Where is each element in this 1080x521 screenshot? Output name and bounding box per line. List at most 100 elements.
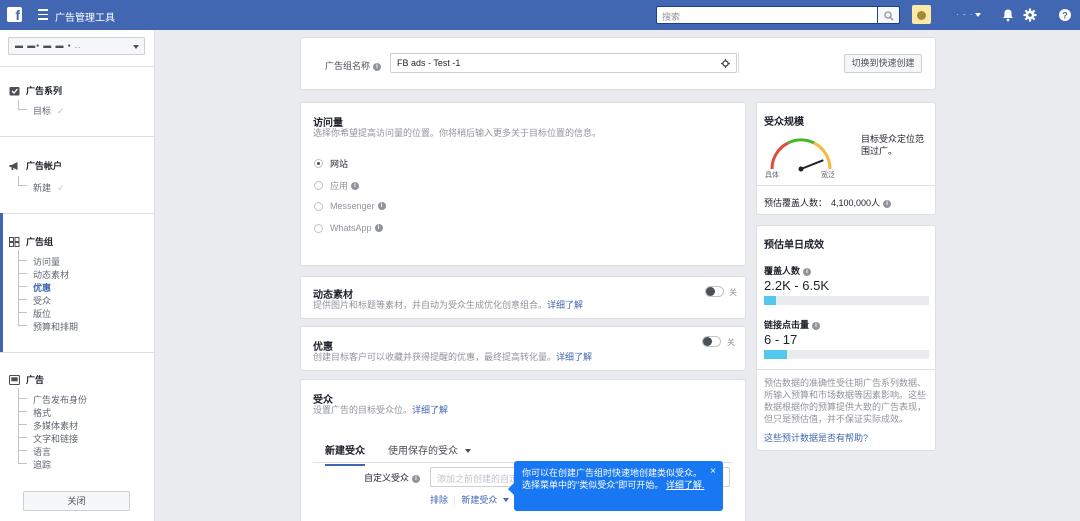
info-icon[interactable]: i bbox=[803, 268, 812, 276]
info-icon[interactable]: i bbox=[373, 63, 382, 71]
learn-more-link[interactable]: 详细了解. bbox=[666, 480, 705, 490]
sidebar-item-dynamic-creative[interactable]: 动态素材 bbox=[33, 268, 69, 281]
gear-icon[interactable] bbox=[1023, 8, 1037, 22]
learn-more-link[interactable]: 详细了解 bbox=[547, 300, 583, 310]
quick-create-button[interactable]: 切换到快速创建 bbox=[844, 54, 922, 73]
gauge-label-specific: 具体 bbox=[765, 172, 779, 179]
divider bbox=[0, 213, 155, 214]
facebook-logo-icon[interactable]: f bbox=[7, 7, 22, 22]
radio-button[interactable] bbox=[314, 223, 323, 233]
sidebar-item-language[interactable]: 语言 bbox=[33, 445, 51, 458]
gear-icon[interactable] bbox=[721, 59, 730, 68]
sidebar-item-tracking[interactable]: 追踪 bbox=[33, 458, 51, 471]
link-clicks-bar bbox=[764, 350, 929, 359]
info-icon[interactable]: i bbox=[374, 224, 383, 232]
search-button[interactable] bbox=[878, 6, 900, 24]
menu-icon[interactable] bbox=[38, 9, 48, 21]
account-name[interactable]: · - · bbox=[956, 10, 973, 19]
chevron-down-icon bbox=[133, 45, 139, 49]
adset-name-label: 广告组名称 i bbox=[325, 59, 382, 72]
sidebar-item-placements[interactable]: 版位 bbox=[33, 307, 51, 320]
tree-line bbox=[18, 286, 27, 287]
new-audience-dropdown[interactable]: 新建受众 bbox=[461, 495, 497, 505]
sidebar-item-text-links[interactable]: 文字和链接 bbox=[33, 432, 78, 445]
link-clicks-label: 链接点击量 i bbox=[764, 318, 821, 331]
traffic-option-whatsapp[interactable]: WhatsApp i bbox=[314, 223, 383, 233]
tree-line bbox=[18, 325, 27, 326]
sidebar-section-ad-account[interactable]: 广告帐户 bbox=[9, 159, 62, 172]
divider: | bbox=[453, 495, 456, 505]
sidebar-section-campaign[interactable]: 广告系列 bbox=[9, 84, 62, 97]
dynamic-creative-description: 提供图片和标题等素材，并自动为受众生成优化创意组合。详细了解 bbox=[313, 300, 584, 310]
traffic-card: 访问量 选择你希望提高访问量的位置。你将稍后输入更多关于目标位置的信息。 网站 … bbox=[300, 102, 746, 266]
sidebar-item-new[interactable]: 新建 ✓ bbox=[33, 181, 65, 194]
sidebar-section-label: 广告 bbox=[26, 375, 45, 385]
sidebar-item-identity[interactable]: 广告发布身份 bbox=[33, 393, 87, 406]
tree-line bbox=[18, 388, 19, 463]
sidebar-section-ad[interactable]: 广告 bbox=[9, 373, 44, 386]
sidebar-item-audience[interactable]: 受众 bbox=[33, 294, 51, 307]
sidebar-item-format[interactable]: 格式 bbox=[33, 406, 51, 419]
close-icon[interactable]: × bbox=[710, 466, 716, 478]
info-icon[interactable]: i bbox=[883, 200, 892, 208]
daily-results-card: 预估单日成效 覆盖人数 i 2.2K - 6.5K 链接点击量 i 6 - 17 预… bbox=[756, 225, 936, 451]
radio-button[interactable] bbox=[314, 201, 323, 211]
dynamic-creative-toggle[interactable] bbox=[705, 286, 724, 297]
sidebar-item-media[interactable]: 多媒体素材 bbox=[33, 419, 78, 432]
daily-results-title: 预估单日成效 bbox=[764, 240, 824, 251]
tree-line bbox=[18, 424, 27, 425]
sidebar-item-budget-schedule[interactable]: 预算和排期 bbox=[33, 320, 78, 333]
exclude-link[interactable]: 排除 bbox=[430, 495, 448, 505]
potential-reach: 预估覆盖人数： 4,100,000人 i bbox=[764, 196, 892, 209]
tree-line bbox=[18, 250, 19, 325]
learn-more-link[interactable]: 详细了解 bbox=[556, 352, 592, 362]
left-sidebar: ▬ ▬▪ ▬ ▬ ▪ .. 广告系列 目标 ✓ 广告帐户 新建 ✓ 广告组 访问量 … bbox=[0, 30, 155, 521]
chevron-down-icon[interactable] bbox=[975, 13, 981, 17]
account-selector[interactable]: ▬ ▬▪ ▬ ▬ ▪ .. bbox=[8, 37, 145, 55]
top-navigation-bar: f 广告管理工具 搜索 · - · ? bbox=[0, 0, 1080, 30]
sidebar-section-ad-set[interactable]: 广告组 bbox=[9, 235, 53, 248]
app-title[interactable]: 广告管理工具 bbox=[55, 9, 115, 24]
link-clicks-value: 6 - 17 bbox=[764, 332, 798, 347]
tab-saved-audience[interactable]: 使用保存的受众 bbox=[388, 442, 471, 457]
divider bbox=[0, 136, 155, 137]
adset-name-input[interactable]: FB ads - Test -1 bbox=[390, 53, 737, 73]
campaign-icon bbox=[9, 86, 20, 95]
gauge-pivot bbox=[798, 166, 804, 172]
bell-icon[interactable] bbox=[1001, 8, 1015, 22]
search-icon bbox=[884, 11, 894, 21]
traffic-option-app[interactable]: 应用 i bbox=[314, 179, 360, 192]
help-icon[interactable]: ? bbox=[1058, 8, 1072, 22]
divider bbox=[757, 369, 935, 370]
offer-toggle[interactable] bbox=[702, 336, 721, 347]
tree-line bbox=[18, 176, 19, 185]
info-icon[interactable]: i bbox=[812, 322, 821, 330]
info-icon[interactable]: i bbox=[377, 202, 386, 210]
info-icon[interactable]: i bbox=[412, 475, 421, 483]
close-button[interactable]: 关闭 bbox=[23, 491, 130, 511]
tree-line bbox=[18, 299, 27, 300]
feedback-link[interactable]: 这些预计数据是否有帮助? bbox=[764, 431, 868, 444]
account-selector-value: ▬ ▬▪ ▬ ▬ ▪ .. bbox=[15, 41, 82, 50]
search-input[interactable]: 搜索 bbox=[656, 6, 878, 24]
tree-line bbox=[18, 260, 27, 261]
custom-audience-label: 自定义受众 i bbox=[364, 471, 421, 484]
radio-button[interactable] bbox=[314, 159, 323, 168]
audience-size-note: 目标受众定位范围过广。 bbox=[861, 134, 925, 156]
radio-button[interactable] bbox=[314, 181, 323, 190]
sidebar-item-offer[interactable]: 优惠 bbox=[33, 281, 51, 294]
traffic-option-website[interactable]: 网站 bbox=[314, 157, 348, 170]
avatar[interactable] bbox=[912, 5, 931, 24]
tree-line bbox=[18, 463, 27, 464]
sidebar-section-label: 广告帐户 bbox=[26, 161, 63, 171]
sidebar-item-objective[interactable]: 目标 ✓ bbox=[33, 104, 65, 117]
sidebar-item-traffic[interactable]: 访问量 bbox=[33, 255, 60, 268]
tree-line bbox=[18, 273, 27, 274]
sidebar-section-label: 广告组 bbox=[26, 237, 54, 247]
learn-more-link[interactable]: 详细了解 bbox=[412, 405, 448, 415]
checkmark-icon: ✓ bbox=[57, 106, 65, 116]
info-icon[interactable]: i bbox=[351, 181, 360, 190]
traffic-option-messenger[interactable]: Messenger i bbox=[314, 201, 386, 211]
chevron-down-icon[interactable] bbox=[502, 498, 509, 502]
gauge-segment-broad bbox=[813, 141, 832, 170]
